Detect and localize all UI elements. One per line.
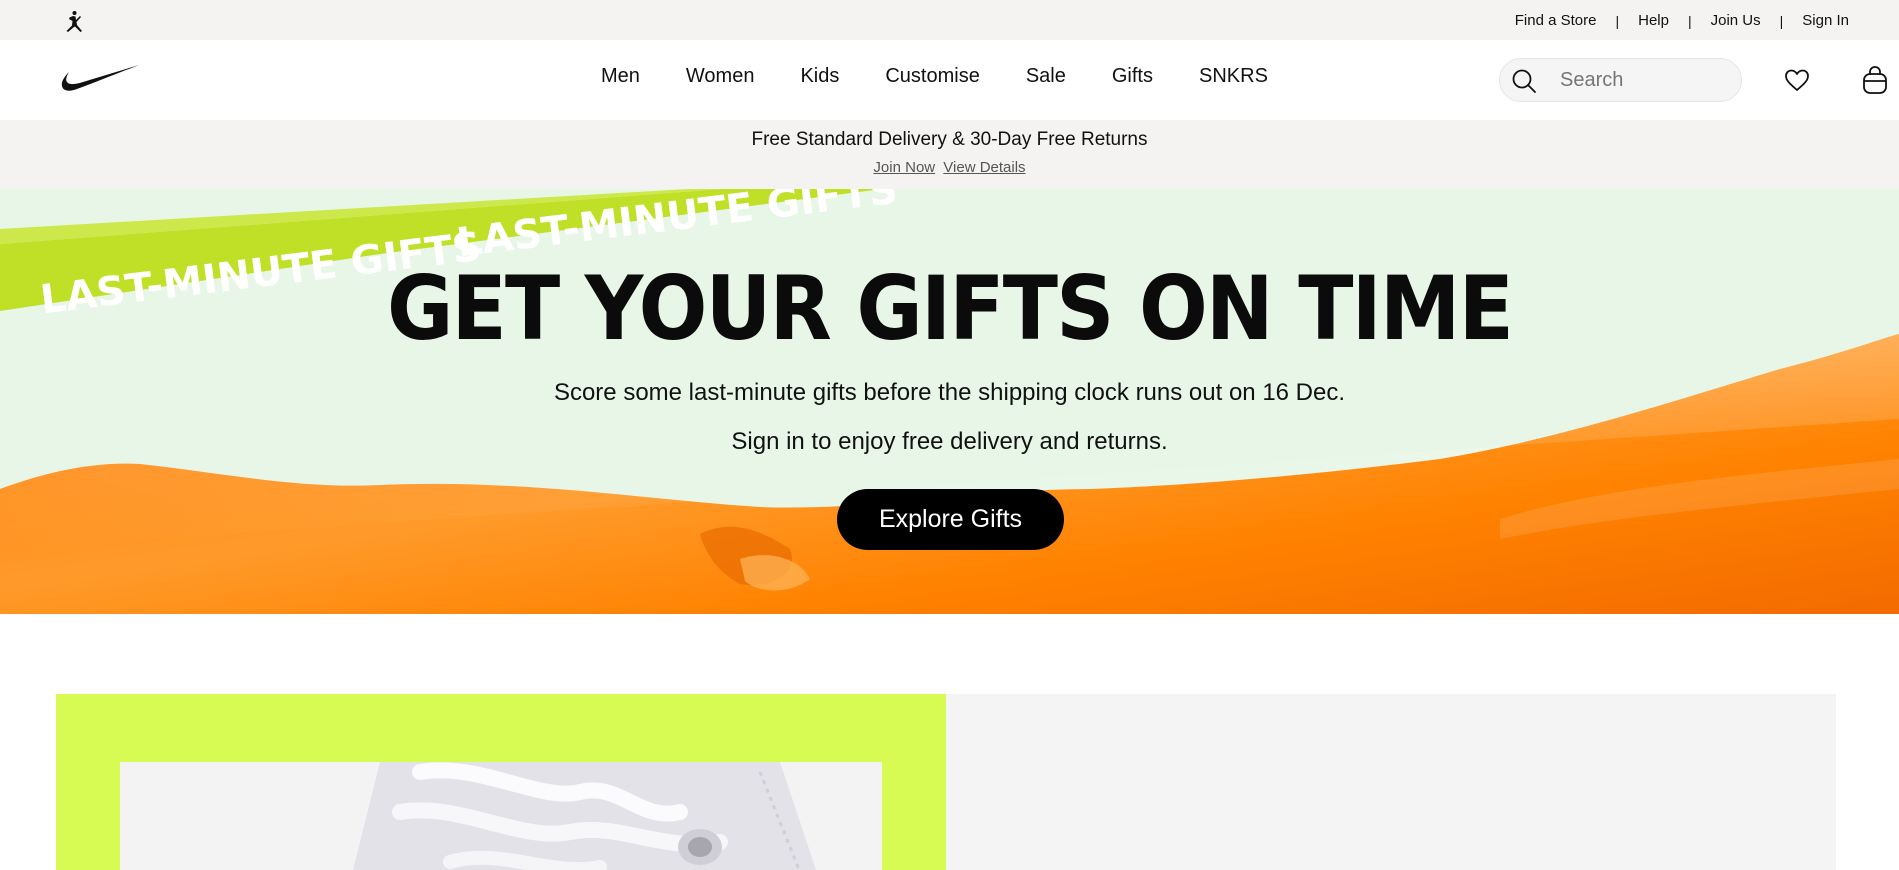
- search-input[interactable]: [1560, 59, 1730, 101]
- hero-headline: GET YOUR GIFTS ON TIME: [386, 257, 1514, 360]
- hero-subtitle: Score some last-minute gifts before the …: [553, 379, 1346, 406]
- primary-menu: Men Women Kids Customise Sale Gifts SNKR…: [601, 65, 1314, 88]
- heart-icon[interactable]: [1782, 65, 1812, 95]
- explore-gifts-button[interactable]: Explore Gifts: [837, 489, 1064, 550]
- promo-title: Free Standard Delivery & 30-Day Free Ret…: [751, 129, 1148, 150]
- nav-item-customise[interactable]: Customise: [885, 65, 979, 88]
- bag-icon[interactable]: [1860, 64, 1890, 96]
- join-us-link[interactable]: Join Us: [1711, 12, 1761, 29]
- find-a-store-link[interactable]: Find a Store: [1515, 12, 1597, 29]
- nav-item-kids[interactable]: Kids: [800, 65, 839, 88]
- separator: |: [1779, 12, 1784, 29]
- sign-in-link[interactable]: Sign In: [1802, 12, 1849, 29]
- help-link[interactable]: Help: [1638, 12, 1669, 29]
- feature-shoe-image: [120, 762, 882, 870]
- shoe-illustration: [353, 762, 816, 870]
- search-icon[interactable]: [1510, 67, 1538, 95]
- search-box[interactable]: [1499, 58, 1742, 102]
- promo-banner: Free Standard Delivery & 30-Day Free Ret…: [0, 120, 1899, 189]
- separator: |: [1687, 12, 1692, 29]
- swoosh-logo-icon[interactable]: [61, 63, 140, 93]
- utility-bar: Find a Store | Help | Join Us | Sign In: [0, 0, 1899, 40]
- nav-item-women[interactable]: Women: [686, 65, 755, 88]
- hero-banner[interactable]: LAST-MINUTE GIFTS LAST-MINUTE GIFTS GET …: [0, 189, 1899, 614]
- hero-subtitle: Sign in to enjoy free delivery and retur…: [731, 428, 1168, 455]
- nav-item-men[interactable]: Men: [601, 65, 640, 88]
- nav-item-sale[interactable]: Sale: [1026, 65, 1066, 88]
- main-nav: Men Women Kids Customise Sale Gifts SNKR…: [0, 40, 1899, 120]
- view-details-link[interactable]: View Details: [943, 159, 1025, 176]
- promo-links: Join Now View Details: [0, 159, 1899, 176]
- feature-card-left[interactable]: [56, 694, 946, 870]
- separator: |: [1615, 12, 1620, 29]
- feature-card-right[interactable]: [946, 694, 1836, 870]
- join-now-link[interactable]: Join Now: [873, 159, 935, 176]
- jordan-logo-icon[interactable]: [62, 10, 86, 34]
- nav-item-snkrs[interactable]: SNKRS: [1199, 65, 1268, 88]
- nav-item-gifts[interactable]: Gifts: [1112, 65, 1153, 88]
- utility-links: Find a Store | Help | Join Us | Sign In: [1515, 12, 1849, 29]
